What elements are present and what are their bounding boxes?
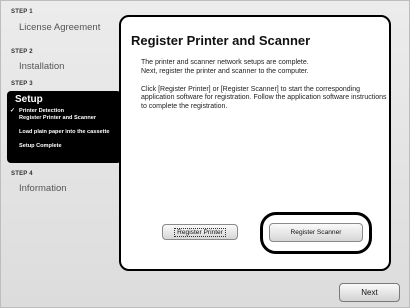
instructions-text: Click [Register Printer] or [Register Sc… [141, 86, 387, 110]
substep-load-paper: Load plain paper into the cassette [19, 129, 110, 135]
intro-line-1: The printer and scanner network setups a… [141, 59, 309, 66]
step3-number: STEP 3 [11, 81, 33, 87]
content-panel: Register Printer and Scanner The printer… [119, 15, 391, 271]
current-step-box: Setup ✓ Printer Detection Register Print… [7, 91, 121, 163]
step2-number: STEP 2 [11, 49, 33, 55]
step2-label: Installation [19, 61, 65, 72]
substep-register-printer-scanner: Register Printer and Scanner [19, 115, 97, 121]
installer-window: STEP 1 License Agreement STEP 2 Installa… [0, 0, 410, 308]
steps-sidebar: STEP 1 License Agreement STEP 2 Installa… [7, 9, 121, 271]
step1-number: STEP 1 [11, 9, 33, 15]
substep-setup-complete: Setup Complete [19, 143, 62, 149]
register-printer-label: Register Printer [174, 227, 226, 237]
register-scanner-label: Register Scanner [290, 229, 342, 236]
checkmark-icon: ✓ [10, 108, 16, 114]
step4-number: STEP 4 [11, 171, 33, 177]
step3-label: Setup [15, 94, 43, 105]
step1-label: License Agreement [19, 22, 101, 33]
page-title: Register Printer and Scanner [131, 33, 311, 48]
intro-line-2: Next, register the printer and scanner t… [141, 68, 309, 75]
register-printer-button[interactable]: Register Printer [162, 224, 238, 240]
step4-label: Information [19, 183, 67, 194]
next-button[interactable]: Next [339, 283, 400, 302]
register-scanner-button[interactable]: Register Scanner [269, 223, 363, 242]
substep-printer-detection: ✓ Printer Detection [10, 108, 65, 114]
